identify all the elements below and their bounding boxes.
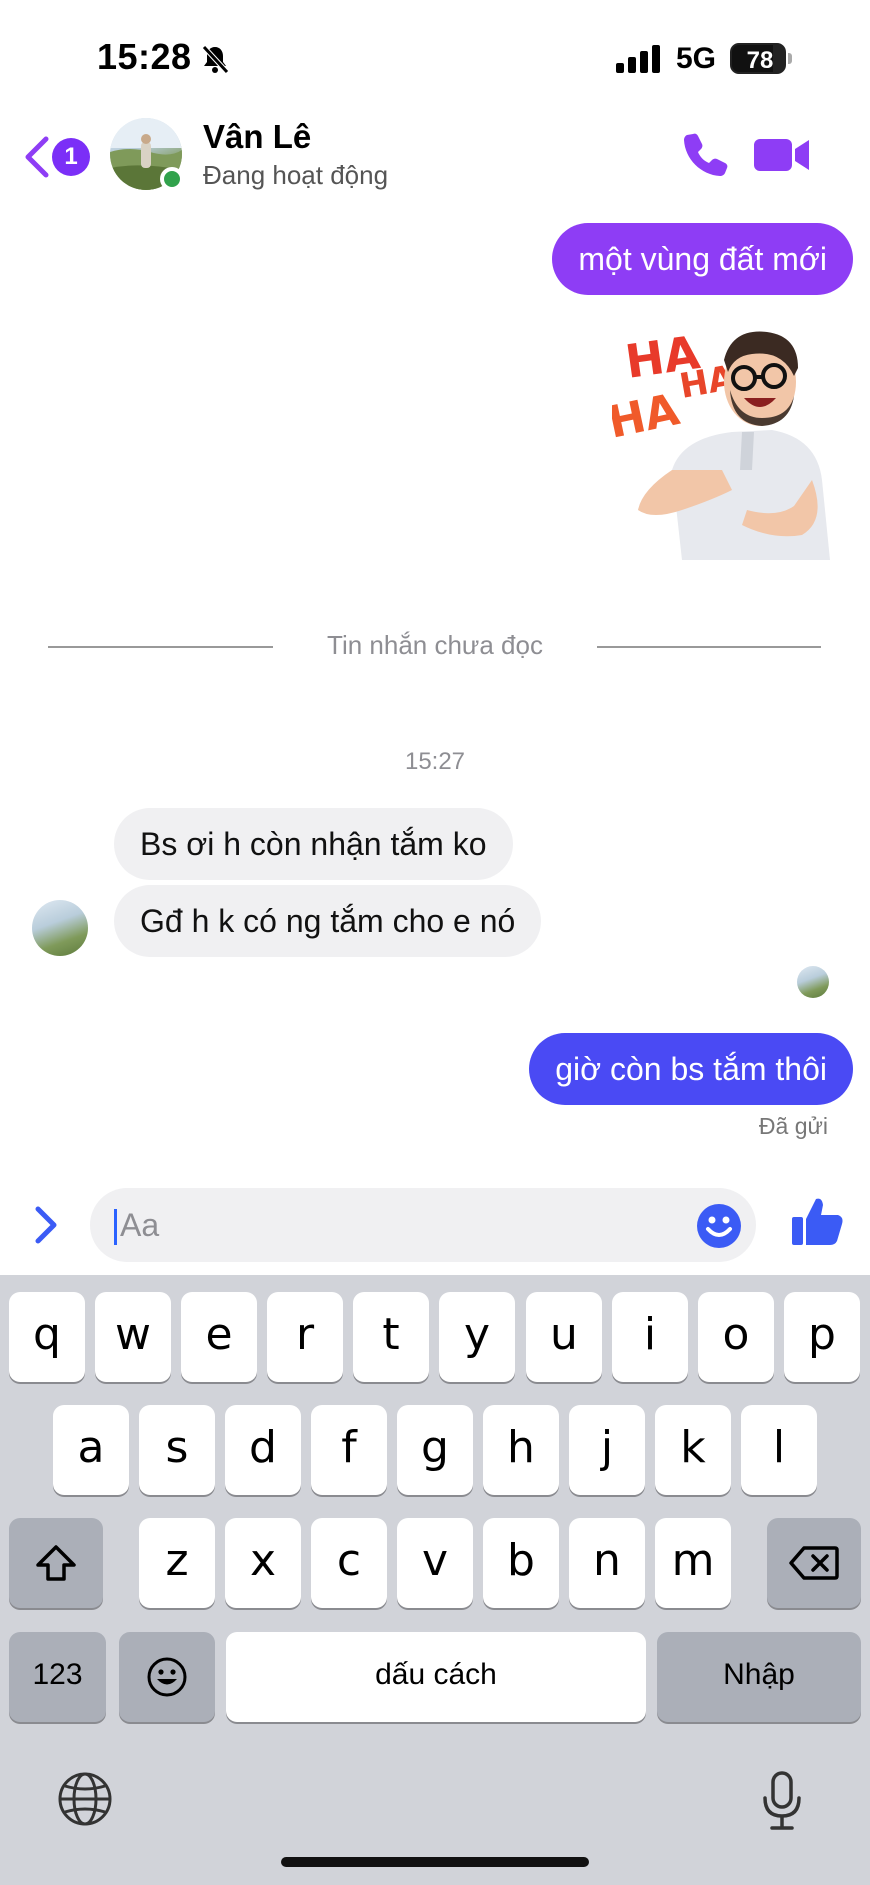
microphone-icon[interactable] xyxy=(760,1770,804,1832)
key-b[interactable]: b xyxy=(483,1518,559,1608)
numbers-key[interactable]: 123 xyxy=(9,1632,106,1722)
key-w[interactable]: w xyxy=(95,1292,171,1382)
message-composer: Aa xyxy=(0,1180,870,1275)
video-camera-icon xyxy=(754,139,792,171)
key-y[interactable]: y xyxy=(439,1292,515,1382)
battery-level: 78 xyxy=(746,47,774,74)
backspace-key[interactable] xyxy=(767,1518,861,1608)
globe-icon[interactable] xyxy=(56,1770,114,1828)
key-q[interactable]: q xyxy=(9,1292,85,1382)
sent-status: Đã gửi xyxy=(758,1113,828,1139)
outgoing-message[interactable]: một vùng đất mới xyxy=(552,223,853,295)
phone-call-button[interactable] xyxy=(680,130,730,180)
chevron-right-icon xyxy=(35,1206,57,1244)
key-t[interactable]: t xyxy=(353,1292,429,1382)
battery-indicator: 78 xyxy=(730,43,792,74)
emoji-face-icon xyxy=(147,1657,187,1697)
key-u[interactable]: u xyxy=(526,1292,602,1382)
home-indicator xyxy=(281,1857,589,1867)
key-e[interactable]: e xyxy=(181,1292,257,1382)
contact-name[interactable]: Vân Lê xyxy=(203,118,311,156)
message-timestamp: 15:27 xyxy=(404,748,466,775)
key-d[interactable]: d xyxy=(225,1405,301,1495)
incoming-message[interactable]: Gđ h k có ng tắm cho e nó xyxy=(114,885,542,957)
expand-actions-button[interactable] xyxy=(30,1203,62,1247)
chevron-left-icon xyxy=(25,136,49,178)
shift-arrow-icon xyxy=(36,1545,76,1581)
haha-laughing-sticker[interactable]: HA HA HA xyxy=(612,320,852,565)
contact-status: Đang hoạt động xyxy=(203,160,389,190)
key-a[interactable]: a xyxy=(53,1405,129,1495)
incoming-message[interactable]: Bs ơi h còn nhận tắm ko xyxy=(114,808,513,880)
network-type: 5G xyxy=(676,42,717,75)
seen-indicator-avatar xyxy=(797,966,829,998)
key-g[interactable]: g xyxy=(397,1405,473,1495)
key-c[interactable]: c xyxy=(311,1518,387,1608)
key-i[interactable]: i xyxy=(612,1292,688,1382)
key-z[interactable]: z xyxy=(139,1518,215,1608)
unread-divider-label: Tin nhắn chưa đọc xyxy=(327,630,543,660)
video-call-button[interactable] xyxy=(752,132,812,178)
key-k[interactable]: k xyxy=(655,1405,731,1495)
unread-badge: 1 xyxy=(52,138,90,176)
chat-header: 1 Vân Lê Đang hoạt động xyxy=(0,110,870,200)
key-p[interactable]: p xyxy=(784,1292,860,1382)
key-l[interactable]: l xyxy=(741,1405,817,1495)
svg-text:HA: HA xyxy=(612,384,684,449)
key-r[interactable]: r xyxy=(267,1292,343,1382)
shift-key[interactable] xyxy=(9,1518,103,1608)
key-m[interactable]: m xyxy=(655,1518,731,1608)
message-input-placeholder: Aa xyxy=(120,1207,160,1243)
key-v[interactable]: v xyxy=(397,1518,473,1608)
key-x[interactable]: x xyxy=(225,1518,301,1608)
status-time: 15:28 xyxy=(97,36,192,77)
thumbs-up-icon xyxy=(792,1198,843,1245)
status-bar: 15:28 5G 78 xyxy=(0,0,870,115)
key-h[interactable]: h xyxy=(483,1405,559,1495)
return-key[interactable]: Nhập xyxy=(657,1632,861,1722)
key-f[interactable]: f xyxy=(311,1405,387,1495)
online-status-dot xyxy=(160,167,184,191)
bell-muted-icon xyxy=(202,45,229,74)
cellular-signal-icon xyxy=(616,45,660,73)
emoji-button[interactable] xyxy=(696,1203,742,1249)
sender-avatar[interactable] xyxy=(32,900,88,956)
emoji-keyboard-key[interactable] xyxy=(119,1632,215,1722)
key-j[interactable]: j xyxy=(569,1405,645,1495)
phone-icon xyxy=(684,133,728,176)
outgoing-message[interactable]: giờ còn bs tắm thôi xyxy=(529,1033,853,1105)
backspace-icon xyxy=(789,1546,839,1580)
like-button[interactable] xyxy=(790,1195,844,1249)
message-input[interactable]: Aa xyxy=(90,1188,756,1262)
smiley-icon xyxy=(697,1204,741,1248)
key-o[interactable]: o xyxy=(698,1292,774,1382)
text-caret xyxy=(114,1209,117,1245)
key-s[interactable]: s xyxy=(139,1405,215,1495)
back-button[interactable]: 1 xyxy=(22,132,94,182)
space-key[interactable]: dấu cách xyxy=(226,1632,646,1722)
key-n[interactable]: n xyxy=(569,1518,645,1608)
